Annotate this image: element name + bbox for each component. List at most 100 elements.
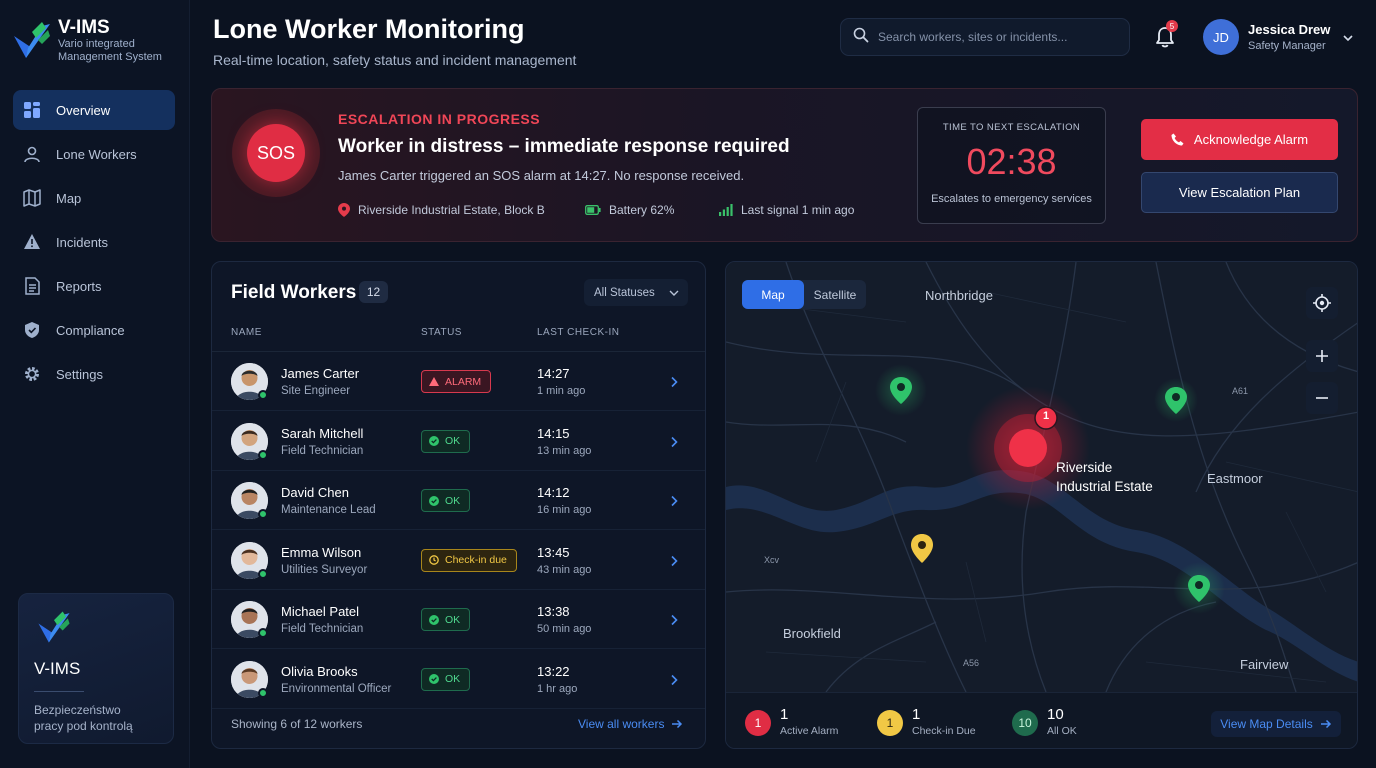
- table-row[interactable]: James Carter Site Engineer ALARM 14:27 1 min…: [212, 352, 705, 411]
- brand-subtitle-2: Management System: [58, 51, 162, 63]
- online-status-dot: [258, 449, 268, 460]
- sidebar-item-settings[interactable]: Settings: [13, 354, 175, 394]
- summary-indicator-num: 10: [1018, 716, 1032, 730]
- notifications-button[interactable]: 5: [1154, 20, 1178, 52]
- online-status-dot: [258, 568, 268, 579]
- map-panel[interactable]: 1 Map Satellite Northbridge Riverside In…: [725, 261, 1358, 749]
- worker-name: James Carter: [281, 366, 360, 381]
- view-escalation-plan-button[interactable]: View Escalation Plan: [1141, 172, 1338, 213]
- tab-satellite[interactable]: Satellite: [804, 280, 866, 309]
- map-label-industrial-estate: Industrial Estate: [1056, 479, 1153, 494]
- checkin-time: 14:12: [537, 485, 570, 500]
- table-row[interactable]: David Chen Maintenance Lead OK 14:12 16 min …: [212, 471, 705, 530]
- chevron-down-icon[interactable]: [1342, 31, 1354, 49]
- promo-text-2: pracy pod kontrolą: [34, 719, 133, 733]
- alert-tag: ESCALATION IN PROGRESS: [338, 111, 541, 127]
- notification-badge: 5: [1166, 20, 1178, 32]
- alert-description: James Carter triggered an SOS alarm at 1…: [338, 168, 745, 183]
- summary-indicator-num: 1: [754, 716, 762, 730]
- zoom-in-button[interactable]: [1306, 340, 1338, 372]
- chevron-right-icon[interactable]: [670, 613, 678, 631]
- sidebar-item-label: Lone Workers: [56, 146, 137, 162]
- alert-title: Worker in distress – immediate response …: [338, 136, 790, 157]
- promo-text: Bezpieczeństwo: [34, 703, 121, 717]
- status-ok-icon: [429, 614, 439, 625]
- view-all-workers-link[interactable]: View all workers: [578, 717, 683, 731]
- status-filter-dropdown[interactable]: All Statuses: [584, 279, 688, 306]
- status-badge: OK: [421, 429, 471, 453]
- summary-count: 10: [1047, 706, 1064, 723]
- panel-title: Field Workers: [231, 282, 357, 303]
- column-header-status[interactable]: STATUS: [421, 327, 462, 338]
- sos-indicator: SOS: [232, 109, 320, 197]
- column-header-name[interactable]: NAME: [231, 327, 262, 338]
- sidebar-item-incidents[interactable]: Incidents: [13, 222, 175, 262]
- table-row[interactable]: Sarah Mitchell Field Technician OK 14:15 13 …: [212, 412, 705, 471]
- road-label: Xcv: [764, 555, 780, 565]
- tab-map[interactable]: Map: [742, 280, 804, 309]
- table-row[interactable]: Olivia Brooks Environmental Officer OK 13:2…: [212, 650, 705, 709]
- vims-logo-icon: [34, 608, 158, 651]
- acknowledge-alarm-button[interactable]: Acknowledge Alarm: [1141, 119, 1338, 160]
- avatar[interactable]: JD: [1203, 19, 1239, 55]
- map-view-toggle: Map Satellite: [742, 280, 866, 309]
- dashboard-icon: [23, 101, 41, 119]
- checkin-ago: 1 min ago: [537, 385, 586, 397]
- road-label: A56: [963, 658, 980, 668]
- worker-name: Emma Wilson: [281, 544, 362, 560]
- chevron-right-icon[interactable]: [670, 494, 678, 512]
- map-summary-item: 10 10 All OK: [1012, 707, 1077, 739]
- sidebar-item-reports[interactable]: Reports: [13, 266, 175, 306]
- view-map-details-link[interactable]: View Map Details: [1211, 711, 1341, 737]
- sidebar-item-lone-workers[interactable]: Lone Workers: [13, 134, 175, 174]
- page-title: Lone Worker Monitoring: [213, 14, 525, 44]
- table-row[interactable]: Emma Wilson Utilities Surveyor Check-in du…: [212, 531, 705, 590]
- escalation-label: TIME TO NEXT ESCALATION: [942, 122, 1081, 133]
- status-ok-icon: [429, 674, 439, 684]
- locate-button[interactable]: [1306, 287, 1338, 319]
- bell-icon: [1154, 27, 1176, 52]
- sidebar-item-label: Map: [56, 190, 82, 206]
- status-text: ALARM: [445, 375, 482, 388]
- chevron-right-icon[interactable]: [670, 673, 678, 691]
- summary-label: Check-in Due: [912, 725, 976, 737]
- sidebar-item-map[interactable]: Map: [13, 178, 175, 218]
- table-row[interactable]: Michael Patel Field Technician OK 13:38 50 m…: [212, 590, 705, 649]
- worker-name: David Chen: [281, 485, 349, 500]
- arrow-right-icon: [672, 719, 683, 729]
- status-text: OK: [445, 673, 461, 685]
- summary-indicator: 1: [745, 710, 771, 736]
- alarm-marker: [1009, 429, 1047, 467]
- search-box[interactable]: [840, 18, 1130, 56]
- worker-name: Michael Patel: [281, 604, 360, 619]
- status-alarm-icon: [429, 377, 439, 386]
- map-summary-item: 1 1 Check-in Due: [877, 707, 976, 739]
- sidebar-item-overview[interactable]: Overview: [13, 90, 175, 130]
- chevron-right-icon[interactable]: [670, 375, 678, 393]
- summary-count: 1: [780, 706, 789, 723]
- zoom-out-button[interactable]: [1306, 382, 1338, 414]
- worker-name: Sarah Mitchell: [281, 425, 364, 441]
- sidebar-item-compliance[interactable]: Compliance: [13, 310, 175, 350]
- chevron-right-icon[interactable]: [670, 435, 678, 453]
- promo-card: V-IMS Bezpieczeństwo pracy pod kontrolą: [18, 593, 174, 744]
- escalation-timer: TIME TO NEXT ESCALATION 02:38 Escalates …: [917, 107, 1106, 224]
- alert-location-text: Riverside Industrial Estate, Block B: [358, 203, 545, 217]
- road-label: A61: [1232, 386, 1249, 396]
- map-summary-bar: 1 1 Active Alarm 1 1 Check-in Due 10 10 All OK V…: [726, 692, 1357, 748]
- worker-role: Field Technician: [281, 623, 364, 635]
- sos-label: SOS: [247, 124, 305, 182]
- checkin-time: 13:45: [537, 544, 570, 560]
- chevron-right-icon[interactable]: [670, 554, 678, 572]
- brand-name: V-IMS: [58, 17, 110, 38]
- search-input[interactable]: [878, 30, 1118, 44]
- status-ok-icon: [429, 495, 439, 506]
- status-badge: OK: [421, 489, 471, 512]
- user-role: Safety Manager: [1248, 40, 1326, 52]
- sidebar-item-label: Settings: [56, 366, 103, 382]
- status-text: OK: [445, 435, 461, 447]
- map-details-label: View Map Details: [1220, 717, 1313, 731]
- sidebar-item-label: Reports: [56, 278, 102, 294]
- brand[interactable]: V-IMS Vario integrated Management System: [12, 18, 162, 64]
- column-header-checkin[interactable]: LAST CHECK-IN: [537, 327, 619, 338]
